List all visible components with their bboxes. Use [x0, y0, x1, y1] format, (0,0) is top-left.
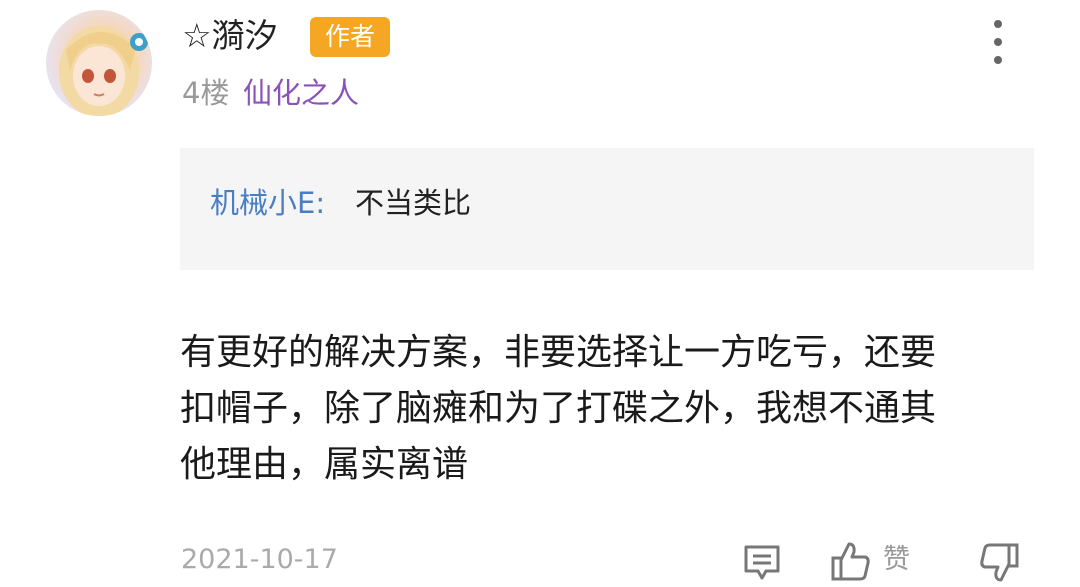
user-level-title: 仙化之人: [243, 76, 360, 110]
post-body-line: 他理由，属实离谱: [180, 444, 469, 485]
post-body: 有更好的解决方案，非要选择让一方吃亏，还要 扣帽子，除了脑瘫和为了打碟之外，我想…: [180, 325, 1040, 493]
author-badge: 作者: [310, 17, 390, 57]
thumbs-up-icon[interactable]: [830, 540, 872, 582]
post-body-line: 有更好的解决方案，非要选择让一方吃亏，还要: [180, 332, 937, 373]
user-avatar[interactable]: [46, 10, 152, 116]
post-body-line: 扣帽子，除了脑瘫和为了打碟之外，我想不通其: [180, 388, 937, 429]
quoted-text: 不当类比: [355, 186, 472, 220]
more-options-button[interactable]: [980, 16, 1016, 68]
post-date: 2021-10-17: [181, 544, 338, 575]
floor-number: 4楼: [182, 76, 230, 110]
like-label[interactable]: 赞: [883, 540, 910, 580]
quoted-reply[interactable]: 机械小E: 不当类比: [180, 148, 1034, 270]
avatar-illustration: [59, 26, 148, 116]
quoted-username[interactable]: 机械小E:: [210, 182, 325, 224]
thumbs-down-icon[interactable]: [978, 542, 1020, 584]
more-vertical-icon: [994, 20, 1002, 28]
username[interactable]: ☆漪汐: [182, 14, 278, 58]
comment-icon[interactable]: [741, 542, 783, 584]
